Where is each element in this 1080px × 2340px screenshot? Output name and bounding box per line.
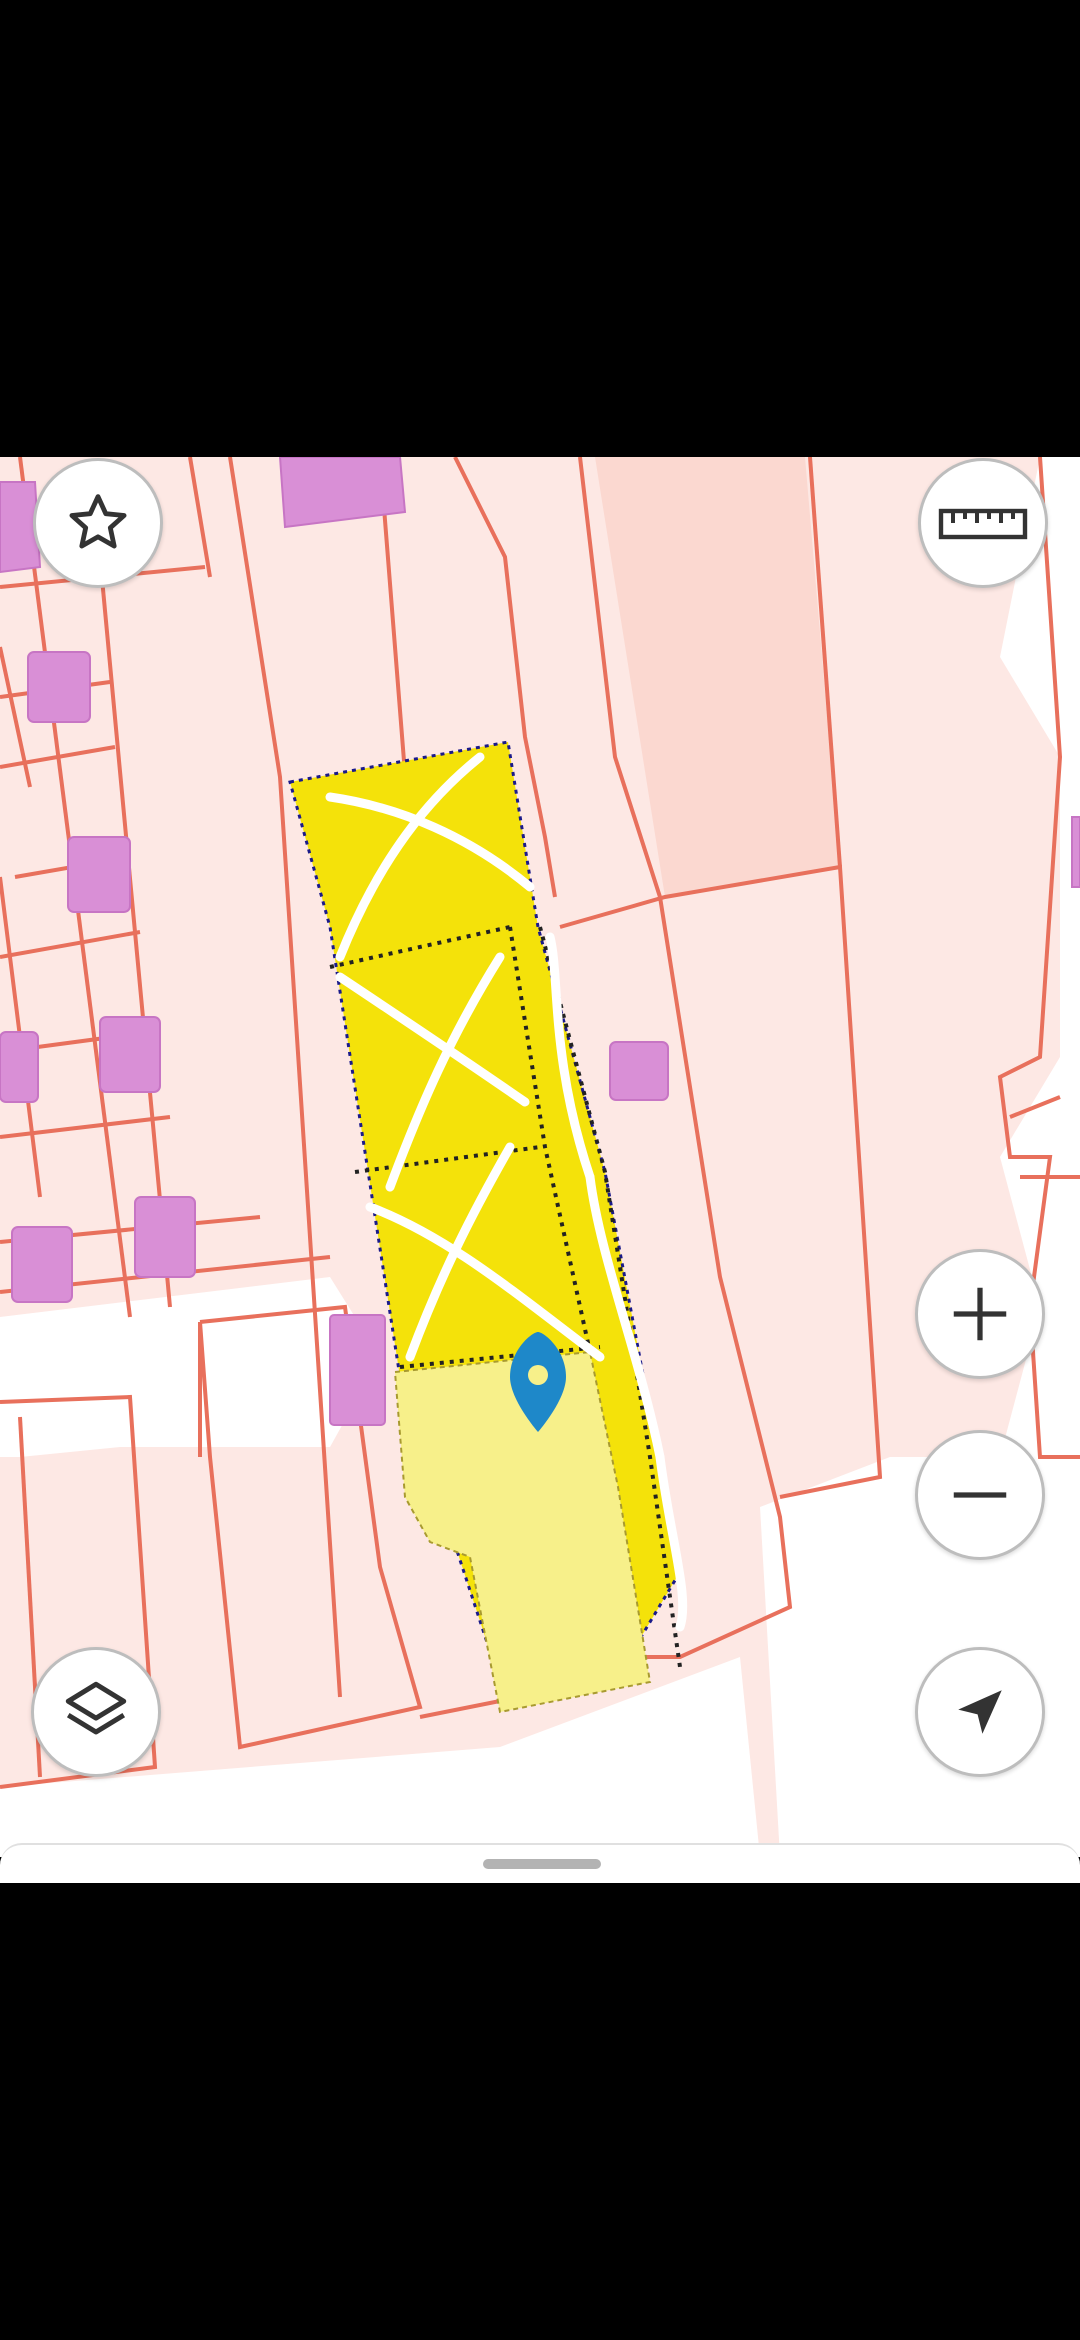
measure-button[interactable] <box>918 458 1048 588</box>
ruler-icon <box>938 508 1028 540</box>
top-black-bar <box>0 0 1080 457</box>
star-icon <box>69 494 127 549</box>
layers-button[interactable] <box>31 1647 161 1777</box>
bottom-black-bar <box>0 1883 1080 2340</box>
locate-button[interactable] <box>915 1647 1045 1777</box>
navigation-arrow-icon <box>958 1690 1002 1734</box>
favorite-button[interactable] <box>33 458 163 588</box>
bottom-sheet[interactable] <box>0 1843 1080 1885</box>
drag-handle[interactable] <box>483 1859 601 1869</box>
zoom-in-button[interactable] <box>915 1249 1045 1379</box>
layers-icon <box>65 1681 127 1735</box>
minus-icon <box>953 1492 1007 1498</box>
plus-icon <box>953 1287 1007 1341</box>
zoom-out-button[interactable] <box>915 1430 1045 1560</box>
map-view[interactable] <box>0 457 1080 1857</box>
cadastral-map[interactable] <box>0 457 1080 1857</box>
